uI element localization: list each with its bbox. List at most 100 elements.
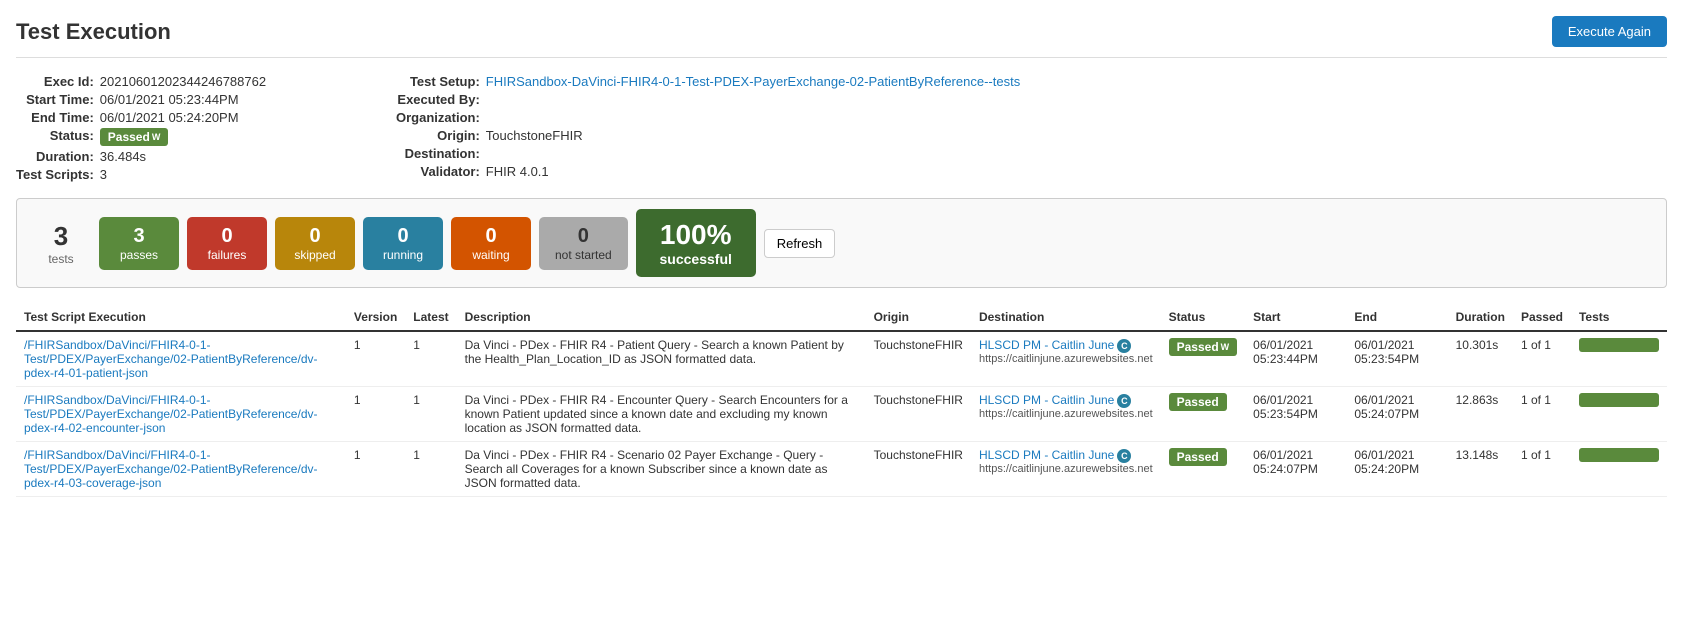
script-link[interactable]: /FHIRSandbox/DaVinci/FHIR4-0-1-Test/PDEX… [24, 448, 317, 490]
destination-cell: HLSCD PM - Caitlin JuneChttps://caitlinj… [971, 331, 1161, 387]
col-passed: Passed [1513, 304, 1571, 331]
stat-total: 3 tests [31, 221, 91, 266]
organization-value [486, 110, 1667, 125]
skipped-pill[interactable]: 0 skipped [275, 217, 355, 270]
script-cell: /FHIRSandbox/DaVinci/FHIR4-0-1-Test/PDEX… [16, 331, 346, 387]
origin-cell: TouchstoneFHIR [866, 442, 971, 497]
failures-count: 0 [203, 225, 251, 248]
c-badge: C [1117, 394, 1131, 408]
status-badge: PassedW [1169, 338, 1238, 356]
progress-bar-wrap [1579, 448, 1659, 462]
not-started-label: not started [555, 248, 612, 262]
end-time-label: End Time: [16, 110, 94, 125]
success-block: 100% successful [636, 209, 756, 277]
executed-by-value [486, 92, 1667, 107]
end-time-value: 06/01/2021 05:24:20PM [100, 110, 396, 125]
status-label: Status: [16, 128, 94, 146]
not-started-pill[interactable]: 0 not started [539, 217, 628, 270]
exec-id-value: 20210601202344246788762 [100, 74, 396, 89]
running-count: 0 [379, 225, 427, 248]
waiting-pill[interactable]: 0 waiting [451, 217, 531, 270]
origin-value: TouchstoneFHIR [486, 128, 1667, 143]
start-time-value: 06/01/2021 05:23:44PM [100, 92, 396, 107]
success-label: successful [654, 251, 738, 267]
refresh-button[interactable]: Refresh [764, 229, 836, 258]
destination-link[interactable]: HLSCD PM - Caitlin JuneC [979, 338, 1131, 352]
passed-cell: 1 of 1 [1513, 331, 1571, 387]
passes-pill[interactable]: 3 passes [99, 217, 179, 270]
start-time-label: Start Time: [16, 92, 94, 107]
failures-pill[interactable]: 0 failures [187, 217, 267, 270]
script-link[interactable]: /FHIRSandbox/DaVinci/FHIR4-0-1-Test/PDEX… [24, 393, 317, 435]
status-cell: Passed [1161, 442, 1246, 497]
progress-bar-fill [1579, 448, 1659, 462]
table-row: /FHIRSandbox/DaVinci/FHIR4-0-1-Test/PDEX… [16, 331, 1667, 387]
duration-cell: 13.148s [1448, 442, 1513, 497]
destination-cell: HLSCD PM - Caitlin JuneChttps://caitlinj… [971, 442, 1161, 497]
version-cell: 1 [346, 442, 405, 497]
page-title: Test Execution [16, 19, 171, 45]
end-cell: 06/01/2021 05:23:54PM [1346, 331, 1447, 387]
organization-label: Organization: [396, 110, 480, 125]
page-header: Test Execution Execute Again [16, 16, 1667, 58]
passed-cell: 1 of 1 [1513, 442, 1571, 497]
failures-label: failures [203, 248, 251, 262]
latest-cell: 1 [405, 387, 456, 442]
description-cell: Da Vinci - PDex - FHIR R4 - Patient Quer… [457, 331, 866, 387]
tests-cell [1571, 387, 1667, 442]
passed-cell: 1 of 1 [1513, 387, 1571, 442]
exec-info-right: Test Setup: FHIRSandbox-DaVinci-FHIR4-0-… [396, 74, 1667, 182]
status-badge: PassedW [100, 128, 169, 146]
duration-cell: 10.301s [1448, 331, 1513, 387]
execute-again-button[interactable]: Execute Again [1552, 16, 1667, 47]
duration-cell: 12.863s [1448, 387, 1513, 442]
destination-url: https://caitlinjune.azurewebsites.net [979, 353, 1153, 365]
exec-info-left: Exec Id: 20210601202344246788762 Start T… [16, 74, 396, 182]
destination-url: https://caitlinjune.azurewebsites.net [979, 463, 1153, 475]
description-cell: Da Vinci - PDex - FHIR R4 - Scenario 02 … [457, 442, 866, 497]
destination-value [486, 146, 1667, 161]
validator-value: FHIR 4.0.1 [486, 164, 1667, 179]
tests-cell [1571, 442, 1667, 497]
start-cell: 06/01/2021 05:23:54PM [1245, 387, 1346, 442]
success-pct: 100% [654, 219, 738, 251]
script-cell: /FHIRSandbox/DaVinci/FHIR4-0-1-Test/PDEX… [16, 387, 346, 442]
col-duration: Duration [1448, 304, 1513, 331]
col-origin: Origin [866, 304, 971, 331]
exec-info-grid: Exec Id: 20210601202344246788762 Start T… [16, 74, 1667, 182]
test-scripts-value: 3 [100, 167, 396, 182]
latest-cell: 1 [405, 442, 456, 497]
progress-bar-fill [1579, 338, 1659, 352]
start-cell: 06/01/2021 05:24:07PM [1245, 442, 1346, 497]
destination-link[interactable]: HLSCD PM - Caitlin JuneC [979, 448, 1131, 462]
version-cell: 1 [346, 331, 405, 387]
destination-cell: HLSCD PM - Caitlin JuneChttps://caitlinj… [971, 387, 1161, 442]
test-scripts-label: Test Scripts: [16, 167, 94, 182]
status-cell: Passed [1161, 387, 1246, 442]
c-badge: C [1117, 449, 1131, 463]
skipped-label: skipped [291, 248, 339, 262]
test-setup-link[interactable]: FHIRSandbox-DaVinci-FHIR4-0-1-Test-PDEX-… [486, 74, 1020, 89]
progress-bar-fill [1579, 393, 1659, 407]
start-cell: 06/01/2021 05:23:44PM [1245, 331, 1346, 387]
destination-url: https://caitlinjune.azurewebsites.net [979, 408, 1153, 420]
col-start: Start [1245, 304, 1346, 331]
script-link[interactable]: /FHIRSandbox/DaVinci/FHIR4-0-1-Test/PDEX… [24, 338, 317, 380]
origin-label: Origin: [396, 128, 480, 143]
col-latest: Latest [405, 304, 456, 331]
waiting-label: waiting [467, 248, 515, 262]
running-pill[interactable]: 0 running [363, 217, 443, 270]
progress-bar-wrap [1579, 338, 1659, 352]
passes-count: 3 [115, 225, 163, 248]
end-cell: 06/01/2021 05:24:20PM [1346, 442, 1447, 497]
test-setup-value: FHIRSandbox-DaVinci-FHIR4-0-1-Test-PDEX-… [486, 74, 1667, 89]
c-badge: C [1117, 339, 1131, 353]
executed-by-label: Executed By: [396, 92, 480, 107]
status-value: PassedW [100, 128, 396, 146]
col-destination: Destination [971, 304, 1161, 331]
col-script: Test Script Execution [16, 304, 346, 331]
destination-link[interactable]: HLSCD PM - Caitlin JuneC [979, 393, 1131, 407]
destination-label: Destination: [396, 146, 480, 161]
col-end: End [1346, 304, 1447, 331]
passes-label: passes [115, 248, 163, 262]
